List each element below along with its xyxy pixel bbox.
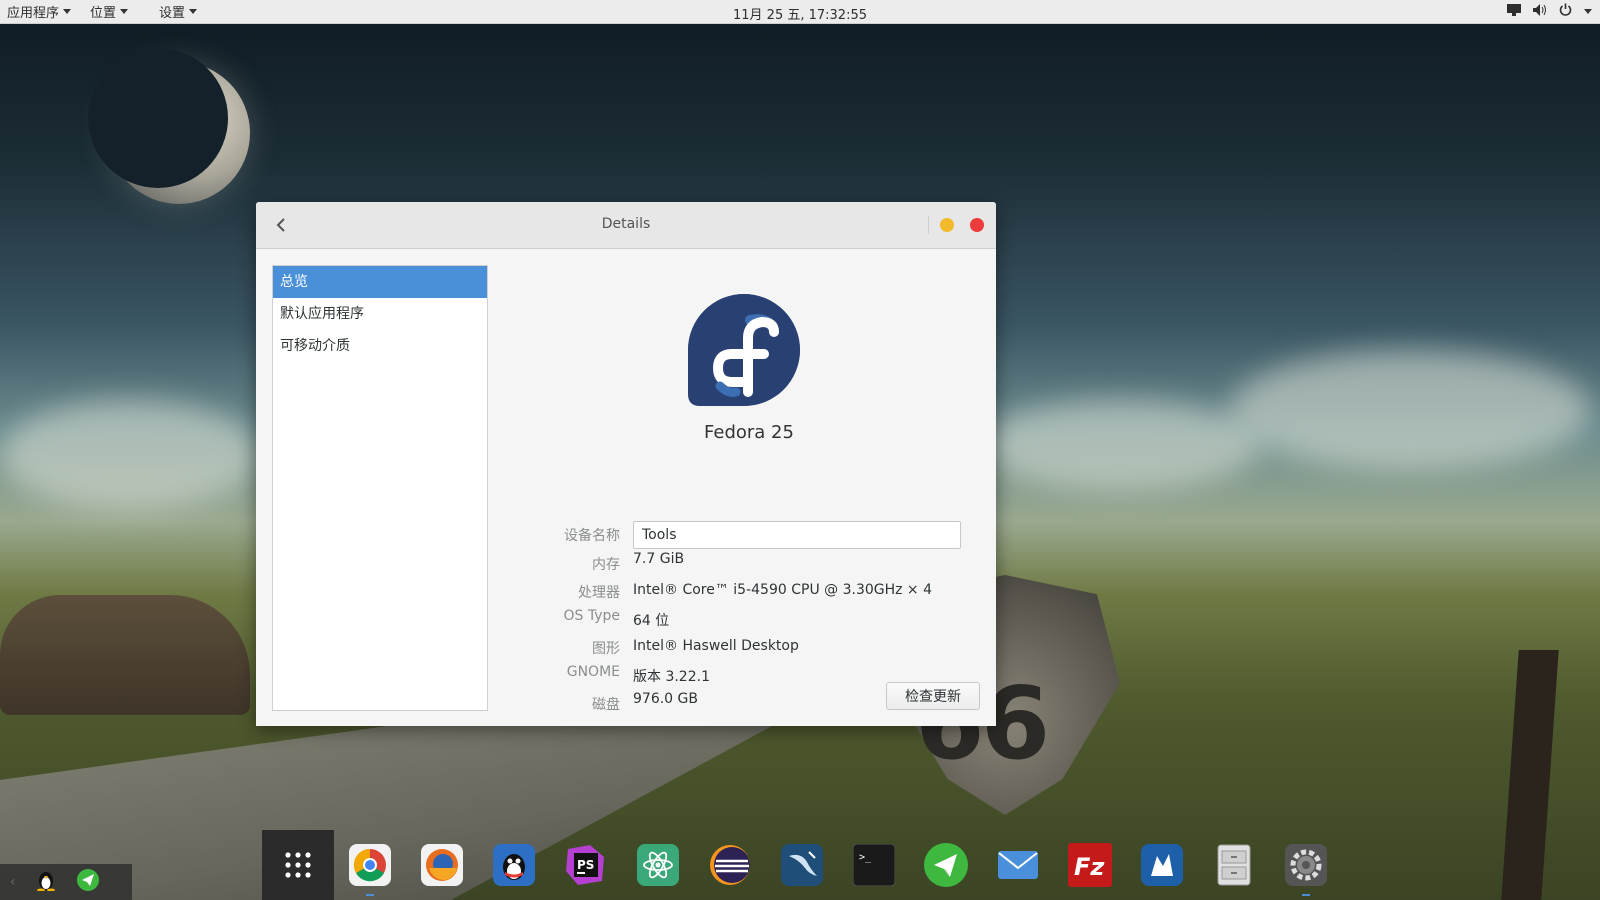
terminal-launcher[interactable]: >_ <box>838 830 910 900</box>
mysql-icon <box>781 844 823 886</box>
applications-menu-label: 应用程序 <box>7 6 60 21</box>
dock: PS >_ Fz <box>262 830 1342 900</box>
terminal-icon: >_ <box>853 844 895 886</box>
telegram-icon <box>924 843 968 887</box>
sidebar-item-overview[interactable]: 总览 <box>273 266 487 298</box>
memory-row: 内存 7.7 GiB <box>502 551 996 578</box>
details-window: Details 总览 默认应用程序 可移动介质 Fedora 25 设备名称 内… <box>256 202 996 726</box>
mail-launcher[interactable] <box>982 830 1054 900</box>
settings-launcher[interactable] <box>1270 830 1342 900</box>
processor-row: 处理器 Intel® Core™ i5-4590 CPU @ 3.30GHz ×… <box>502 582 996 606</box>
check-updates-button[interactable]: 检查更新 <box>886 682 980 710</box>
os-type-value: 64 位 <box>633 613 670 629</box>
old-car <box>0 595 250 715</box>
phpstorm-icon: PS <box>566 845 604 885</box>
running-indicator <box>1302 894 1310 896</box>
power-icon[interactable] <box>1559 3 1572 20</box>
qq-launcher[interactable] <box>478 830 550 900</box>
grid-icon <box>285 852 311 878</box>
graphics-label: 图形 <box>592 641 620 657</box>
settings-menu[interactable]: 设置 <box>135 0 204 23</box>
running-indicator <box>366 894 374 896</box>
filezilla-icon: Fz <box>1068 843 1112 887</box>
os-name: Fedora 25 <box>704 422 794 443</box>
device-name-label: 设备名称 <box>564 528 620 544</box>
graphics-row: 图形 Intel® Haswell Desktop <box>502 638 996 662</box>
cloud <box>980 400 1260 490</box>
gear-icon <box>1285 844 1327 886</box>
graphics-value: Intel® Haswell Desktop <box>633 638 799 654</box>
window-title: Details <box>601 216 651 232</box>
gnome-value: 版本 3.22.1 <box>633 669 710 685</box>
chevron-left-icon[interactable]: ‹ <box>10 874 16 890</box>
telegram-icon[interactable] <box>76 868 100 896</box>
sidebar-item-default-apps[interactable]: 默认应用程序 <box>273 298 487 330</box>
qq-icon <box>493 844 535 886</box>
window-titlebar[interactable]: Details <box>256 202 996 249</box>
app-grid-button[interactable] <box>262 830 334 900</box>
memory-value: 7.7 GiB <box>633 551 685 567</box>
moon-shadow <box>88 48 228 188</box>
tux-icon[interactable] <box>36 869 56 895</box>
device-name-row: 设备名称 <box>502 521 996 549</box>
display-icon[interactable] <box>1507 3 1521 20</box>
telegram-launcher[interactable] <box>910 830 982 900</box>
chrome-launcher[interactable] <box>334 830 406 900</box>
processor-label: 处理器 <box>578 585 620 601</box>
cloud <box>0 400 260 510</box>
chrome-icon <box>349 844 391 886</box>
firefox-launcher[interactable] <box>406 830 478 900</box>
mail-icon <box>998 851 1038 879</box>
eclipse-launcher[interactable] <box>694 830 766 900</box>
minimize-button[interactable] <box>940 218 954 232</box>
mysql-workbench-launcher[interactable] <box>766 830 838 900</box>
places-menu-label: 位置 <box>90 6 117 21</box>
chevron-down-icon <box>189 9 198 14</box>
firefox-icon <box>421 844 463 886</box>
chevron-down-icon[interactable] <box>1584 9 1592 14</box>
sidebar-item-removable-media[interactable]: 可移动介质 <box>273 330 487 362</box>
cloud <box>1230 350 1590 470</box>
overview-panel: Fedora 25 设备名称 内存 7.7 GiB 处理器 Intel® Cor… <box>502 248 996 726</box>
processor-value: Intel® Core™ i5-4590 CPU @ 3.30GHz × 4 <box>633 582 933 598</box>
top-panel: 应用程序 位置 设置 11月 25 五, 17:32:55 <box>0 0 1600 24</box>
system-tray[interactable] <box>1507 0 1592 23</box>
atom-launcher[interactable] <box>622 830 694 900</box>
close-button[interactable] <box>970 218 984 232</box>
settings-menu-label: 设置 <box>159 6 186 21</box>
os-type-label: OS Type <box>563 608 620 624</box>
disk-value: 976.0 GB <box>633 691 698 707</box>
applications-menu[interactable]: 应用程序 <box>0 0 78 23</box>
svg-text:PS: PS <box>577 858 594 872</box>
phpstorm-launcher[interactable]: PS <box>550 830 622 900</box>
details-sidebar: 总览 默认应用程序 可移动介质 <box>272 265 488 711</box>
volume-icon[interactable] <box>1533 3 1547 20</box>
atom-icon <box>637 844 679 886</box>
eclipse-icon <box>710 845 750 885</box>
disk-label: 磁盘 <box>592 697 620 713</box>
gnome-label: GNOME <box>566 664 620 680</box>
clock[interactable]: 11月 25 五, 17:32:55 <box>0 4 1600 23</box>
sequel-launcher[interactable] <box>1126 830 1198 900</box>
svg-text:>_: >_ <box>859 852 872 863</box>
filezilla-launcher[interactable]: Fz <box>1054 830 1126 900</box>
bottom-left-dock: ‹ <box>0 864 132 900</box>
database-icon <box>1141 844 1183 886</box>
fence-post <box>1501 650 1559 900</box>
file-cabinet-icon <box>1217 844 1251 886</box>
files-launcher[interactable] <box>1198 830 1270 900</box>
titlebar-separator <box>928 216 929 234</box>
device-name-input[interactable] <box>633 521 961 549</box>
fedora-logo-icon <box>688 294 800 406</box>
svg-text:Fz: Fz <box>1074 853 1105 881</box>
memory-label: 内存 <box>592 557 620 573</box>
chevron-down-icon <box>120 9 129 14</box>
chevron-down-icon <box>63 9 72 14</box>
os-type-row: OS Type 64 位 <box>502 608 996 634</box>
places-menu[interactable]: 位置 <box>78 0 135 23</box>
